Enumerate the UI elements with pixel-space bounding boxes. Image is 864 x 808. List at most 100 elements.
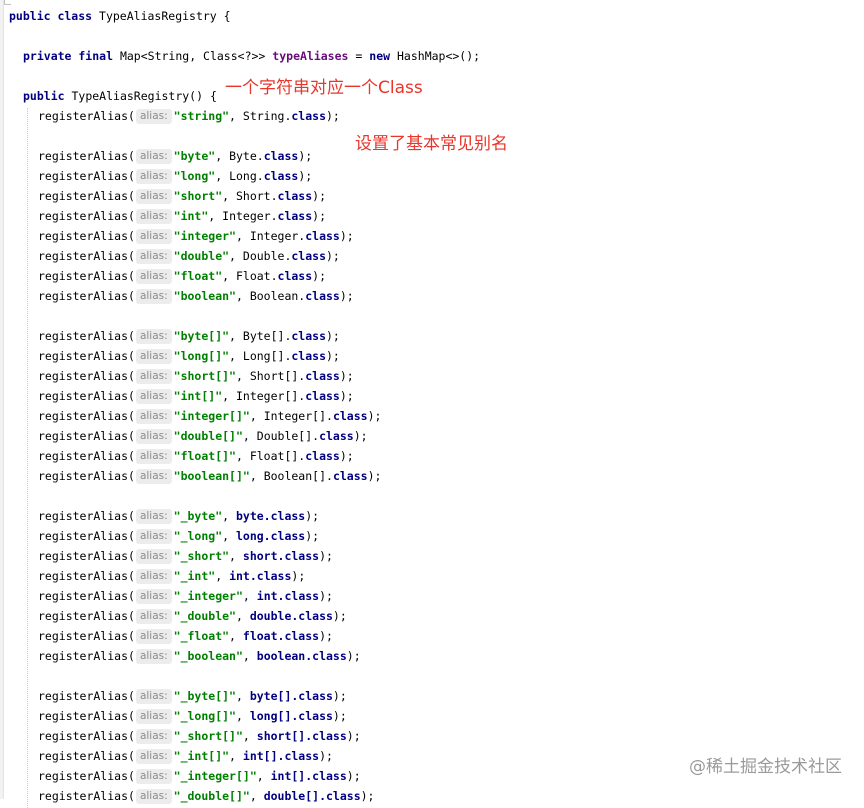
- method-call: registerAlias(: [38, 289, 135, 303]
- type-reference: boolean.: [256, 649, 313, 663]
- alias-string: "float[]": [173, 449, 236, 463]
- keyword: private final: [23, 49, 114, 63]
- code-line-register-alias: registerAlias(alias: "_long[]", long[].cl…: [38, 709, 347, 724]
- code-line-register-alias: registerAlias(alias: "_int", int.class);: [38, 569, 306, 584]
- parameter-hint: alias:: [135, 469, 172, 484]
- close-paren: );: [319, 589, 333, 603]
- parameter-hint: alias:: [135, 709, 172, 724]
- code-line-register-alias: registerAlias(alias: "integer", Integer.c…: [38, 229, 354, 244]
- type-reference: Double[].: [256, 429, 320, 443]
- parameter-hint: alias:: [135, 389, 172, 404]
- field-name: typeAliases: [272, 49, 349, 63]
- close-paren: );: [312, 269, 327, 283]
- alias-string: "_long": [173, 529, 223, 543]
- close-paren: );: [326, 349, 340, 363]
- method-call: registerAlias(: [38, 629, 135, 643]
- type-reference: byte[].: [249, 689, 299, 703]
- close-paren: );: [319, 549, 333, 563]
- method-call: registerAlias(: [38, 549, 135, 563]
- close-paren: );: [346, 729, 361, 743]
- close-paren: );: [305, 509, 320, 523]
- method-call: registerAlias(: [38, 369, 135, 383]
- type-reference: double[].: [263, 789, 326, 803]
- parameter-hint: alias:: [135, 609, 172, 624]
- field-initializer: HashMap<>();: [397, 49, 481, 63]
- code-line-register-alias: registerAlias(alias: "_byte", byte.class)…: [38, 509, 320, 524]
- close-paren: );: [326, 249, 340, 263]
- class-keyword: class: [291, 109, 326, 123]
- close-paren: );: [298, 149, 313, 163]
- close-paren: );: [326, 329, 340, 343]
- alias-string: "long[]": [173, 349, 230, 363]
- alias-string: "_int[]": [173, 749, 230, 763]
- method-call: registerAlias(: [38, 789, 135, 803]
- parameter-hint: alias:: [135, 349, 172, 364]
- method-call: registerAlias(: [38, 589, 135, 603]
- close-paren: );: [339, 389, 354, 403]
- close-paren: );: [312, 189, 327, 203]
- class-keyword: class: [298, 689, 333, 703]
- parameter-hint: alias:: [135, 109, 172, 124]
- method-call: registerAlias(: [38, 729, 135, 743]
- type-reference: Boolean[].: [263, 469, 333, 483]
- code-line-register-alias: registerAlias(alias: "_short", short.clas…: [38, 549, 333, 564]
- parameter-hint: alias:: [135, 149, 172, 164]
- fold-marker: [4, 0, 11, 5]
- method-call: registerAlias(: [38, 569, 135, 583]
- parameter-hint: alias:: [135, 549, 172, 564]
- code-line-register-alias: registerAlias(alias: "boolean[]", Boolean…: [38, 469, 382, 484]
- class-keyword: class: [312, 729, 347, 743]
- parameter-hint: alias:: [135, 189, 172, 204]
- method-call: registerAlias(: [38, 429, 135, 443]
- code-line-register-alias: registerAlias(alias: "_float", float.clas…: [38, 629, 333, 644]
- alias-string: "_integer": [173, 589, 243, 603]
- parameter-hint: alias:: [135, 329, 172, 344]
- parameter-hint: alias:: [135, 229, 172, 244]
- code-line-register-alias: registerAlias(alias: "long", Long.class);: [38, 169, 313, 184]
- close-paren: );: [339, 449, 354, 463]
- alias-string: "integer": [173, 229, 236, 243]
- type-reference: Integer[].: [235, 389, 306, 403]
- close-paren: );: [319, 629, 333, 643]
- parameter-hint: alias:: [135, 209, 172, 224]
- close-paren: );: [346, 649, 361, 663]
- type-reference: int[].: [270, 769, 313, 783]
- parameter-hint: alias:: [135, 269, 172, 284]
- alias-string: "_integer[]": [173, 769, 257, 783]
- close-paren: );: [326, 109, 340, 123]
- type-reference: double.: [249, 609, 299, 623]
- alias-string: "byte": [173, 149, 216, 163]
- type-reference: long.: [235, 529, 271, 543]
- close-paren: );: [332, 689, 347, 703]
- code-line-register-alias: registerAlias(alias: "float[]", Float[].c…: [38, 449, 354, 464]
- alias-string: "double": [173, 249, 230, 263]
- code-editor[interactable]: public class TypeAliasRegistry { private…: [0, 6, 864, 806]
- class-keyword: class: [263, 149, 299, 163]
- alias-string: "_byte": [173, 509, 223, 523]
- type-reference: Float.: [235, 269, 278, 283]
- alias-string: "short": [173, 189, 223, 203]
- type-reference: Byte[].: [242, 329, 292, 343]
- method-call: registerAlias(: [38, 689, 135, 703]
- method-call: registerAlias(: [38, 109, 135, 123]
- close-paren: );: [319, 749, 333, 763]
- type-reference: String.: [242, 109, 292, 123]
- type-reference: Double.: [242, 249, 292, 263]
- class-keyword: class: [332, 469, 368, 483]
- alias-string: "boolean": [173, 289, 236, 303]
- type-reference: Integer[].: [263, 409, 333, 423]
- type-reference: Boolean.: [249, 289, 306, 303]
- code-line-class-declaration: public class TypeAliasRegistry {: [0, 6, 864, 26]
- close-paren: );: [332, 609, 347, 623]
- parameter-hint: alias:: [135, 449, 172, 464]
- parameter-hint: alias:: [135, 589, 172, 604]
- alias-string: "float": [173, 269, 223, 283]
- class-keyword: class: [270, 529, 306, 543]
- code-line-register-alias: registerAlias(alias: "double[]", Double[]…: [38, 429, 368, 444]
- class-keyword: class: [284, 549, 320, 563]
- method-call: registerAlias(: [38, 269, 135, 283]
- assign-operator: =: [355, 49, 363, 63]
- code-line-register-alias: registerAlias(alias: "_double", double.cl…: [38, 609, 347, 624]
